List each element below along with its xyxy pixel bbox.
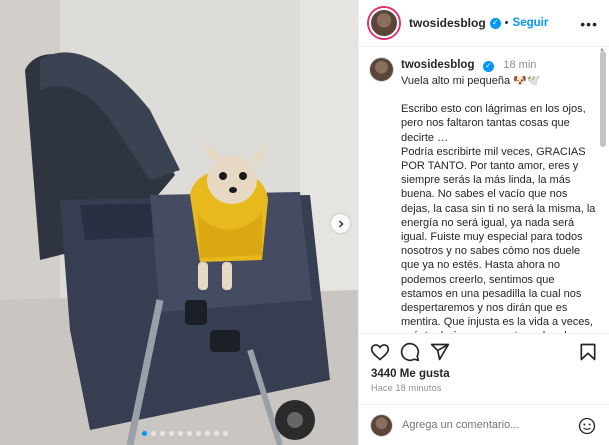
caption-scrollbar[interactable] — [600, 51, 606, 147]
carousel-next-button[interactable] — [331, 214, 350, 233]
share-icon[interactable] — [430, 342, 450, 362]
heart-icon[interactable] — [370, 342, 390, 362]
carousel-dot — [151, 431, 156, 436]
caption-area[interactable]: twosidesblog ✓ 18 min Vuela alto mi pequ… — [359, 47, 609, 333]
more-options-icon[interactable]: ••• — [580, 16, 598, 32]
author-username[interactable]: twosidesblog — [409, 16, 486, 30]
chevron-right-icon — [338, 220, 343, 227]
post-image — [0, 0, 358, 445]
carousel-dot — [178, 431, 183, 436]
post-photo[interactable] — [0, 0, 358, 445]
caption-timestamp: 18 min — [503, 59, 537, 71]
author-avatar[interactable] — [369, 8, 399, 38]
comment-bar — [359, 404, 609, 445]
follow-button[interactable]: Seguir — [513, 17, 549, 29]
bookmark-icon[interactable] — [578, 342, 598, 362]
caption-avatar[interactable] — [369, 57, 394, 82]
comment-input[interactable] — [402, 419, 572, 431]
caption-text: Vuela alto mi pequeña 🐶🕊️ Escribo esto c… — [401, 74, 596, 333]
caption-body: twosidesblog ✓ 18 min Vuela alto mi pequ… — [401, 55, 596, 333]
post-header: twosidesblog ✓ • Seguir ••• — [359, 0, 609, 47]
verified-badge-icon: ✓ — [489, 17, 501, 29]
carousel-dot — [223, 431, 228, 436]
comment-icon[interactable] — [400, 342, 420, 362]
caption-username[interactable]: twosidesblog — [401, 59, 474, 71]
verified-badge-icon: ✓ — [482, 60, 494, 72]
caption-paragraph: Escribo esto con lágrimas en los ojos, p… — [401, 103, 586, 144]
caption-block: twosidesblog ✓ 18 min Vuela alto mi pequ… — [369, 55, 596, 333]
viewer-avatar — [370, 413, 393, 437]
carousel-dot — [214, 431, 219, 436]
caption-paragraph: Podría escribirte mil veces, GRACIAS POR… — [401, 145, 596, 333]
post-time-ago: Hace 18 minutos — [371, 383, 442, 393]
emoji-icon[interactable] — [578, 417, 596, 435]
carousel-dot — [205, 431, 210, 436]
carousel-dot — [187, 431, 192, 436]
carousel-indicator — [142, 431, 228, 436]
carousel-dot — [160, 431, 165, 436]
action-icons-row — [370, 342, 450, 362]
carousel-dot — [196, 431, 201, 436]
likes-count[interactable]: 3440 Me gusta — [371, 368, 450, 380]
caption-first-line: Vuela alto mi pequeña 🐶🕊️ — [401, 75, 541, 87]
header-separator: • — [504, 17, 509, 29]
post-side-panel: twosidesblog ✓ • Seguir ••• twosidesblog… — [358, 0, 609, 445]
carousel-dot — [169, 431, 174, 436]
carousel-dot — [142, 431, 147, 436]
